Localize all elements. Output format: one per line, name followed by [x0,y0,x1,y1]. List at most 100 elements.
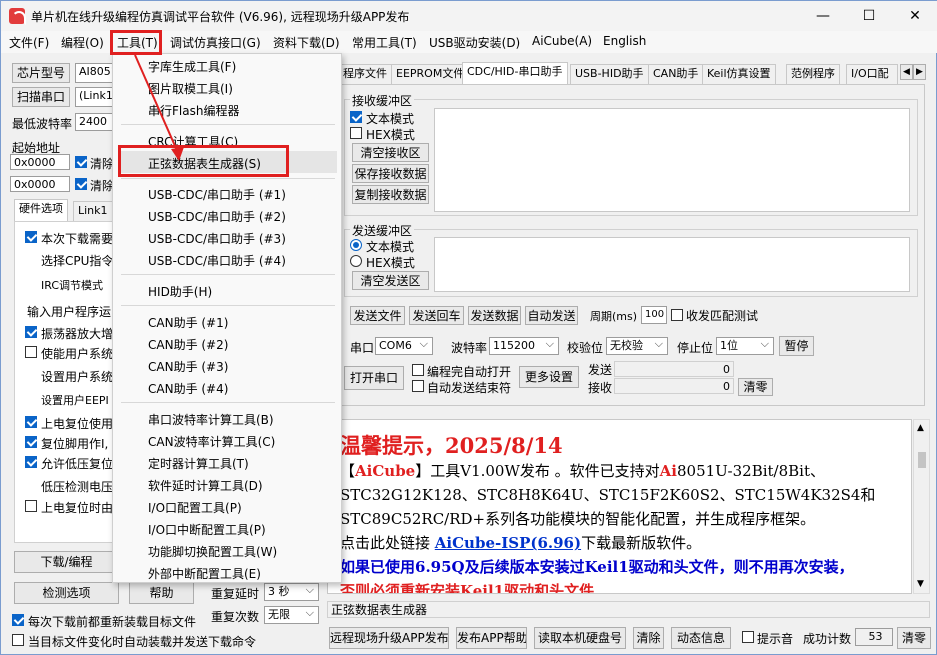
scan-port-field[interactable]: (Link1 [75,87,115,107]
menu-item-usb-cdc-2[interactable]: USB-CDC/串口助手 (#2) [148,208,286,225]
menu-usb-driver[interactable]: USB驱动安装(D) [429,34,520,51]
send-textarea[interactable] [434,237,910,292]
port-select[interactable]: COM6 [375,337,433,355]
tab-hardware-options[interactable]: 硬件选项 [14,199,68,221]
beep-checkbox[interactable] [742,631,754,643]
option-power-reset-checkbox[interactable] [25,416,37,428]
option-reset-pin-checkbox[interactable] [25,436,37,448]
scroll-down-icon[interactable]: ▼ [917,579,924,589]
save-receive-button[interactable]: 保存接收数据 [352,164,429,183]
menu-item-can-1[interactable]: CAN助手 (#1) [148,314,228,331]
clear-2-checkbox[interactable] [75,178,87,190]
menu-item-can-3[interactable]: CAN助手 (#3) [148,358,228,375]
menu-english[interactable]: English [603,34,646,48]
auto-send-button[interactable]: 自动发送 [525,306,578,325]
scroll-up-icon[interactable]: ▲ [917,423,924,433]
send-data-button[interactable]: 发送数据 [468,306,521,325]
tab-io-config[interactable]: I/O口配 [846,64,898,84]
clear-receive-button[interactable]: 清空接收区 [352,143,429,162]
menu-item-timer-calc[interactable]: 定时器计算工具(T) [148,455,249,472]
send-file-button[interactable]: 发送文件 [350,306,405,325]
tab-link1[interactable]: Link1 [73,201,113,221]
detect-options-button[interactable]: 检测选项 [14,582,119,604]
menu-program[interactable]: 编程(O) [61,34,104,51]
option-download-checkbox[interactable] [25,231,37,243]
tab-eeprom-file[interactable]: EEPROM文件 [391,64,470,84]
menu-item-can-baud-calc[interactable]: CAN波特率计算工具(C) [148,433,275,450]
tab-cdc-hid-serial[interactable]: CDC/HID-串口助手 [462,62,568,84]
retry-count-select[interactable]: 无限 [264,606,319,624]
read-disk-id-button[interactable]: 读取本机硬盘号 [534,627,626,649]
close-button[interactable]: ✕ [892,1,937,31]
menu-item-can-4[interactable]: CAN助手 (#4) [148,380,228,397]
info-scrollbar[interactable]: ▲ ▼ [913,419,930,594]
tab-can[interactable]: CAN助手 [648,64,704,84]
reload-target-checkbox[interactable] [12,614,24,626]
start-address-2[interactable]: 0x0000 [10,176,70,192]
tab-scroll-right-icon[interactable]: ▶ [913,64,926,80]
menu-common-tools[interactable]: 常用工具(T) [352,34,417,51]
menu-item-io-interrupt-config[interactable]: I/O口中断配置工具(P) [148,521,266,538]
clear-1-checkbox[interactable] [75,156,87,168]
retry-delay-select[interactable]: 3 秒 [264,583,319,601]
clear-count-button[interactable]: 清零 [738,378,773,396]
menu-item-usb-cdc-4[interactable]: USB-CDC/串口助手 (#4) [148,252,286,269]
scan-port-button[interactable]: 扫描串口 [12,87,70,107]
download-program-button[interactable]: 下载/编程 [14,551,119,573]
period-field[interactable]: 100 [641,306,667,324]
chip-model-button[interactable]: 芯片型号 [12,63,70,83]
menu-item-usb-cdc-1[interactable]: USB-CDC/串口助手 (#1) [148,186,286,203]
menu-item-io-config[interactable]: I/O口配置工具(P) [148,499,242,516]
send-text-mode-radio[interactable] [350,239,362,251]
tab-usb-hid[interactable]: USB-HID助手 [570,64,649,84]
download-link[interactable]: AiCube-ISP(6.96) [435,534,581,552]
baud-select[interactable]: 115200 [489,337,559,355]
help-button[interactable]: 帮助 [129,582,194,604]
option-power-on-checkbox[interactable] [25,500,37,512]
send-enter-button[interactable]: 发送回车 [409,306,464,325]
maximize-button[interactable]: ☐ [846,1,892,31]
menu-aicube[interactable]: AiCube(A) [532,34,592,48]
start-address-1[interactable]: 0x0000 [10,154,70,170]
remote-upgrade-button[interactable]: 远程现场升级APP发布 [329,627,449,649]
send-hex-mode-radio[interactable] [350,255,362,267]
clear-button[interactable]: 清除 [633,627,664,649]
open-port-button[interactable]: 打开串口 [344,366,404,390]
min-baud-select[interactable]: 2400 [75,113,115,131]
tab-program-file[interactable]: 程序文件 [338,64,392,84]
menu-download-docs[interactable]: 资料下载(D) [273,34,340,51]
menu-item-delay-calc[interactable]: 软件延时计算工具(D) [148,477,263,494]
more-settings-button[interactable]: 更多设置 [519,366,579,388]
chip-model-field[interactable]: AI8051U [75,63,115,83]
tab-keil-sim[interactable]: Keil仿真设置 [702,64,776,84]
match-test-checkbox[interactable] [671,309,683,321]
minimize-button[interactable]: — [800,1,846,31]
recv-hex-mode-checkbox[interactable] [350,127,362,139]
dynamic-info-button[interactable]: 动态信息 [671,627,731,649]
menu-file[interactable]: 文件(F) [9,34,49,51]
parity-select[interactable]: 无校验 [606,337,668,355]
publish-app-help-button[interactable]: 发布APP帮助 [456,627,527,649]
auto-load-checkbox[interactable] [12,634,24,646]
menu-item-hid[interactable]: HID助手(H) [148,283,212,300]
tab-examples[interactable]: 范例程序 [786,64,840,84]
menu-item-usb-cdc-3[interactable]: USB-CDC/串口助手 (#3) [148,230,286,247]
option-user-system-checkbox[interactable] [25,346,37,358]
option-low-voltage-checkbox[interactable] [25,456,37,468]
menu-item-pin-switch-config[interactable]: 功能脚切换配置工具(W) [148,543,277,560]
scroll-thumb[interactable] [918,452,926,468]
receive-textarea[interactable] [434,108,910,212]
auto-open-checkbox[interactable] [412,364,424,376]
menu-debug-interface[interactable]: 调试仿真接口(G) [170,34,261,51]
menu-item-uart-baud-calc[interactable]: 串口波特率计算工具(B) [148,411,274,428]
menu-item-can-2[interactable]: CAN助手 (#2) [148,336,228,353]
recv-text-mode-checkbox[interactable] [350,111,362,123]
reset-count-button[interactable]: 清零 [897,627,931,649]
clear-send-button[interactable]: 清空发送区 [352,271,429,290]
option-oscillator-checkbox[interactable] [25,326,37,338]
copy-receive-button[interactable]: 复制接收数据 [352,185,429,204]
pause-button[interactable]: 暂停 [779,336,814,356]
auto-terminator-checkbox[interactable] [412,380,424,392]
stop-bits-select[interactable]: 1位 [716,337,774,355]
tab-scroll-left-icon[interactable]: ◀ [900,64,913,80]
